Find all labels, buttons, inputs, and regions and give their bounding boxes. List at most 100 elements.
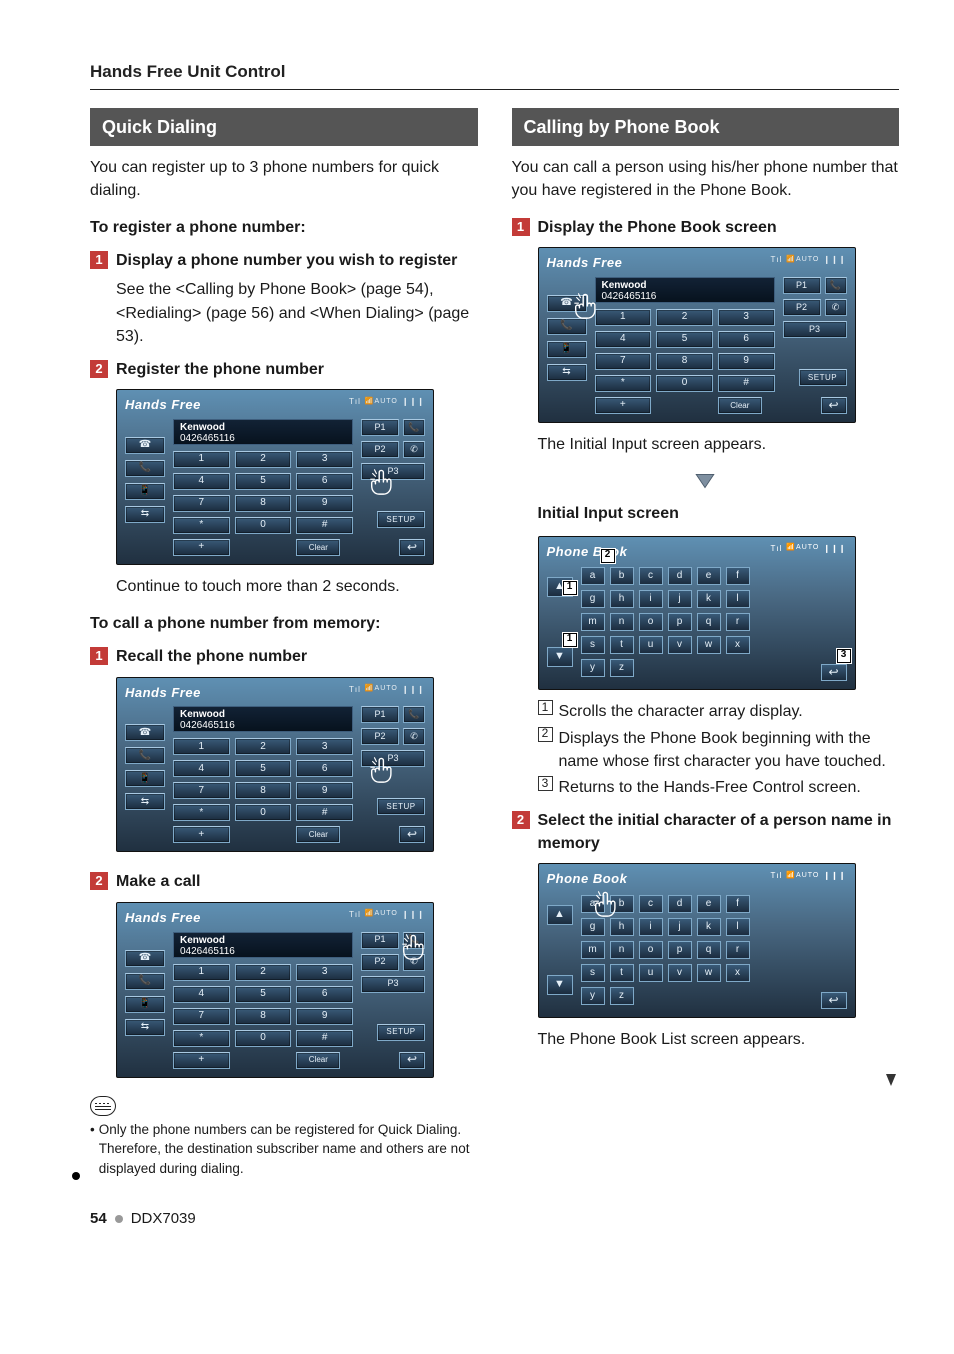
letter-n-button[interactable]: n	[610, 941, 634, 959]
keypad-2-button[interactable]: 2	[235, 964, 292, 981]
keypad-*-button[interactable]: *	[173, 1030, 230, 1047]
letter-f-button[interactable]: f	[726, 895, 750, 913]
return-button[interactable]: ↩	[399, 539, 425, 556]
clear-button[interactable]: Clear	[718, 397, 762, 414]
keypad-0-button[interactable]: 0	[235, 1030, 292, 1047]
keypad-8-button[interactable]: 8	[235, 1008, 292, 1025]
lift-call-button[interactable]: 📞	[403, 932, 425, 949]
letter-w-button[interactable]: w	[697, 636, 721, 654]
lift-call-button[interactable]: 📞	[403, 419, 425, 436]
letter-m-button[interactable]: m	[581, 941, 605, 959]
keypad-6-button[interactable]: 6	[718, 331, 775, 348]
side-button-3[interactable]: ⇆	[547, 364, 587, 381]
keypad-5-button[interactable]: 5	[235, 986, 292, 1003]
keypad-5-button[interactable]: 5	[235, 760, 292, 777]
keypad-plus-button[interactable]: +	[173, 826, 230, 843]
letter-c-button[interactable]: c	[639, 895, 663, 913]
letter-l-button[interactable]: l	[726, 918, 750, 936]
lift-call-button[interactable]: 📞	[825, 277, 847, 294]
scroll-down-button[interactable]: ▼	[547, 975, 573, 995]
preset-p2-button[interactable]: P2	[783, 299, 821, 316]
letter-n-button[interactable]: n	[610, 613, 634, 631]
letter-k-button[interactable]: k	[697, 590, 721, 608]
side-button-2[interactable]: 📱	[125, 996, 165, 1013]
side-button-2[interactable]: 📱	[125, 770, 165, 787]
letter-d-button[interactable]: d	[668, 895, 692, 913]
end-call-button[interactable]: ✆	[825, 299, 847, 316]
letter-k-button[interactable]: k	[697, 918, 721, 936]
keypad-0-button[interactable]: 0	[656, 375, 713, 392]
preset-p2-button[interactable]: P2	[361, 441, 399, 458]
side-button-1[interactable]: 📞	[125, 747, 165, 764]
letter-w-button[interactable]: w	[697, 964, 721, 982]
letter-u-button[interactable]: u	[639, 636, 663, 654]
end-call-button[interactable]: ✆	[403, 728, 425, 745]
keypad-9-button[interactable]: 9	[718, 353, 775, 370]
letter-e-button[interactable]: e	[697, 567, 721, 585]
keypad-7-button[interactable]: 7	[173, 782, 230, 799]
preset-p3-button[interactable]: P3	[361, 750, 425, 767]
letter-l-button[interactable]: l	[726, 590, 750, 608]
preset-p1-button[interactable]: P1	[361, 419, 399, 436]
side-button-1[interactable]: 📞	[125, 460, 165, 477]
letter-y-button[interactable]: y	[581, 659, 605, 677]
preset-p1-button[interactable]: P1	[361, 932, 399, 949]
letter-i-button[interactable]: i	[639, 590, 663, 608]
return-button[interactable]: ↩	[399, 826, 425, 843]
letter-h-button[interactable]: h	[610, 590, 634, 608]
keypad-6-button[interactable]: 6	[296, 760, 353, 777]
letter-p-button[interactable]: p	[668, 941, 692, 959]
letter-j-button[interactable]: j	[668, 918, 692, 936]
keypad-5-button[interactable]: 5	[235, 473, 292, 490]
keypad-7-button[interactable]: 7	[173, 1008, 230, 1025]
letter-u-button[interactable]: u	[639, 964, 663, 982]
keypad-4-button[interactable]: 4	[173, 473, 230, 490]
letter-g-button[interactable]: g	[581, 590, 605, 608]
keypad-#-button[interactable]: #	[296, 517, 353, 534]
keypad-3-button[interactable]: 3	[718, 309, 775, 326]
keypad-2-button[interactable]: 2	[656, 309, 713, 326]
keypad-4-button[interactable]: 4	[173, 760, 230, 777]
keypad-plus-button[interactable]: +	[173, 1052, 230, 1069]
letter-o-button[interactable]: o	[639, 941, 663, 959]
keypad-*-button[interactable]: *	[595, 375, 652, 392]
keypad-6-button[interactable]: 6	[296, 986, 353, 1003]
clear-button[interactable]: Clear	[296, 826, 340, 843]
letter-h-button[interactable]: h	[610, 918, 634, 936]
letter-y-button[interactable]: y	[581, 987, 605, 1005]
keypad-4-button[interactable]: 4	[595, 331, 652, 348]
letter-v-button[interactable]: v	[668, 964, 692, 982]
side-button-2[interactable]: 📱	[125, 483, 165, 500]
keypad-*-button[interactable]: *	[173, 517, 230, 534]
end-call-button[interactable]: ✆	[403, 441, 425, 458]
letter-m-button[interactable]: m	[581, 613, 605, 631]
letter-e-button[interactable]: e	[697, 895, 721, 913]
letter-i-button[interactable]: i	[639, 918, 663, 936]
letter-j-button[interactable]: j	[668, 590, 692, 608]
return-button[interactable]: ↩	[821, 397, 847, 414]
letter-o-button[interactable]: o	[639, 613, 663, 631]
return-button[interactable]: ↩	[821, 664, 847, 681]
keypad-7-button[interactable]: 7	[595, 353, 652, 370]
setup-button[interactable]: SETUP	[377, 798, 425, 815]
setup-button[interactable]: SETUP	[377, 1024, 425, 1041]
side-button-0[interactable]: ☎	[125, 950, 165, 967]
setup-button[interactable]: SETUP	[799, 369, 847, 386]
keypad-1-button[interactable]: 1	[173, 964, 230, 981]
keypad-#-button[interactable]: #	[718, 375, 775, 392]
preset-p1-button[interactable]: P1	[361, 706, 399, 723]
return-button[interactable]: ↩	[399, 1052, 425, 1069]
keypad-*-button[interactable]: *	[173, 804, 230, 821]
clear-button[interactable]: Clear	[296, 539, 340, 556]
preset-p3-button[interactable]: P3	[783, 321, 847, 338]
scroll-down-button[interactable]: ▼	[547, 647, 573, 667]
keypad-#-button[interactable]: #	[296, 804, 353, 821]
keypad-8-button[interactable]: 8	[656, 353, 713, 370]
keypad-0-button[interactable]: 0	[235, 517, 292, 534]
letter-d-button[interactable]: d	[668, 567, 692, 585]
keypad-3-button[interactable]: 3	[296, 451, 353, 468]
keypad-1-button[interactable]: 1	[173, 451, 230, 468]
keypad-1-button[interactable]: 1	[595, 309, 652, 326]
letter-f-button[interactable]: f	[726, 567, 750, 585]
keypad-9-button[interactable]: 9	[296, 495, 353, 512]
